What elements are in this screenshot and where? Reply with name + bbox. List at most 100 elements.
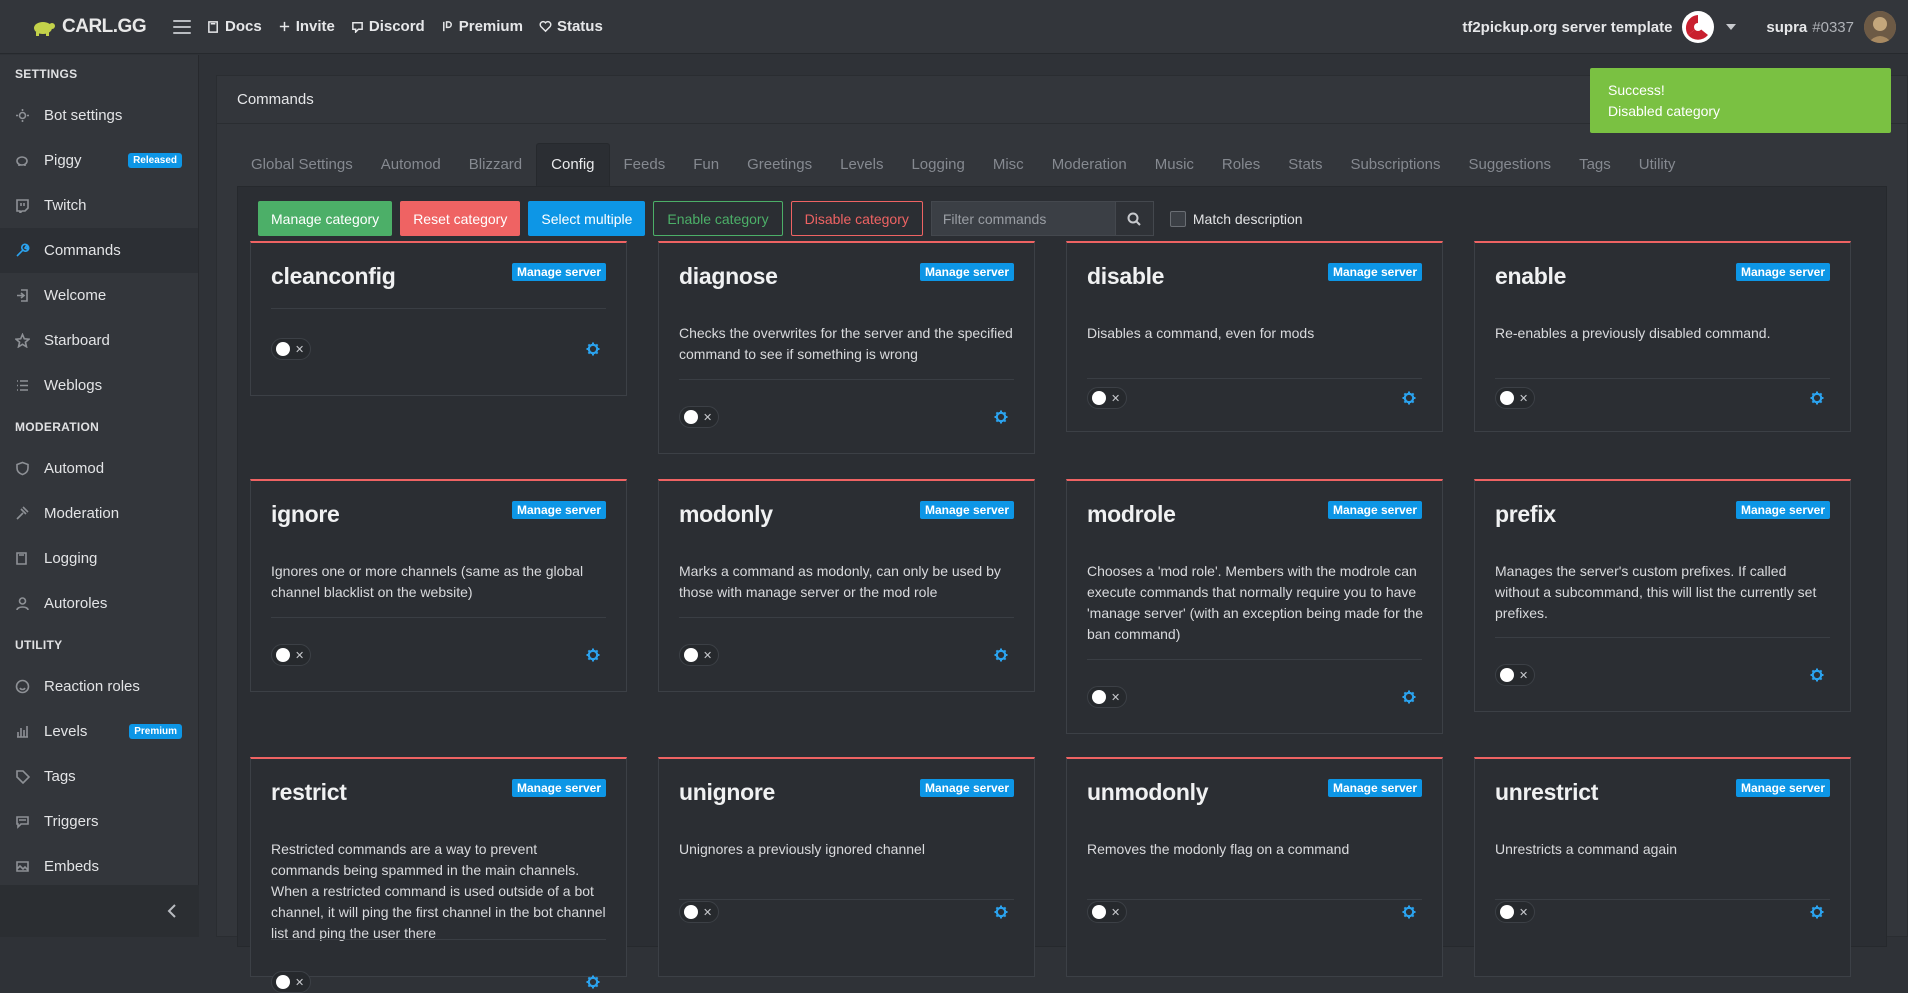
gear-icon[interactable] (1810, 391, 1824, 405)
topnav-status[interactable]: Status (539, 18, 603, 35)
command-toggle[interactable]: ✕ (1087, 387, 1127, 409)
command-toggle[interactable]: ✕ (679, 644, 719, 666)
command-toggle[interactable]: ✕ (679, 901, 719, 923)
sidebar-item-twitch[interactable]: Twitch (0, 183, 198, 228)
tab-automod[interactable]: Automod (367, 143, 455, 186)
sidebar-collapse-button[interactable] (0, 885, 199, 937)
tab-suggestions[interactable]: Suggestions (1455, 143, 1566, 186)
gear-icon[interactable] (1402, 905, 1416, 919)
sidebar-item-tags[interactable]: Tags (0, 754, 198, 799)
disable-category-button[interactable]: Disable category (790, 201, 923, 236)
tab-music[interactable]: Music (1141, 143, 1208, 186)
tab-utility[interactable]: Utility (1625, 143, 1690, 186)
tab-levels[interactable]: Levels (826, 143, 897, 186)
chevron-left-icon (167, 904, 176, 918)
server-icon[interactable] (1682, 11, 1715, 43)
server-name[interactable]: tf2pickup.org server template (1462, 19, 1672, 36)
gear-icon[interactable] (994, 905, 1008, 919)
tab-config[interactable]: Config (536, 143, 610, 186)
sidebar-item-embeds[interactable]: Embeds (0, 844, 198, 889)
topnav-docs[interactable]: Docs (207, 18, 262, 35)
gear-icon[interactable] (1402, 690, 1416, 704)
sidebar-item-label: Levels (44, 723, 88, 740)
command-name: prefix (1495, 501, 1556, 527)
permission-badge: Manage server (1327, 263, 1422, 281)
sidebar-item-automod[interactable]: Automod (0, 446, 198, 491)
menu-toggle-icon[interactable] (173, 19, 191, 34)
sidebar-item-reaction-roles[interactable]: Reaction roles (0, 664, 198, 709)
sidebar-item-commands[interactable]: Commands (0, 228, 198, 273)
match-description-toggle[interactable]: Match description (1169, 210, 1303, 227)
filter-commands-input[interactable] (930, 201, 1116, 236)
tab-global-settings[interactable]: Global Settings (237, 143, 367, 186)
command-toggle[interactable]: ✕ (1087, 686, 1127, 708)
topnav-invite[interactable]: Invite (278, 18, 335, 35)
user-name[interactable]: supra (1766, 19, 1807, 36)
sidebar-badge: Premium (129, 724, 182, 739)
command-toggle[interactable]: ✕ (1087, 901, 1127, 923)
sidebar-item-autoroles[interactable]: Autoroles (0, 581, 198, 626)
gear-icon[interactable] (994, 410, 1008, 424)
category-tabs: Global Settings Automod Blizzard Config Feed… (237, 143, 1887, 187)
tab-roles[interactable]: Roles (1208, 143, 1274, 186)
command-description: Ignores one or more channels (same as th… (271, 563, 584, 600)
search-button[interactable] (1115, 201, 1154, 236)
tab-moderation[interactable]: Moderation (1038, 143, 1141, 186)
sidebar-item-bot-settings[interactable]: Bot settings (0, 93, 198, 138)
tab-fun[interactable]: Fun (679, 143, 733, 186)
sidebar-item-piggy[interactable]: Piggy Released (0, 138, 198, 183)
sidebar-item-label: Twitch (44, 197, 87, 214)
tab-tags[interactable]: Tags (1565, 143, 1625, 186)
sidebar-badge: Released (128, 153, 182, 168)
tab-greetings[interactable]: Greetings (733, 143, 826, 186)
tab-logging[interactable]: Logging (897, 143, 978, 186)
command-toggle[interactable]: ✕ (679, 406, 719, 428)
gear-icon[interactable] (586, 342, 600, 356)
tab-blizzard[interactable]: Blizzard (455, 143, 536, 186)
sidebar-item-starboard[interactable]: Starboard (0, 318, 198, 363)
select-multiple-button[interactable]: Select multiple (528, 201, 646, 236)
topnav-premium[interactable]: Premium (441, 18, 523, 35)
heart-icon (539, 20, 552, 33)
command-card-unignore: unignore Manage server Unignores a previou… (658, 757, 1035, 977)
command-toggle[interactable]: ✕ (1495, 664, 1535, 686)
gear-icon[interactable] (994, 648, 1008, 662)
topnav-discord[interactable]: Discord (351, 18, 425, 35)
command-description: Unrestricts a command again (1495, 841, 1678, 857)
sidebar-item-levels[interactable]: Levels Premium (0, 709, 198, 754)
enable-category-button[interactable]: Enable category (653, 201, 783, 236)
gear-icon[interactable] (586, 648, 600, 662)
command-toggle[interactable]: ✕ (271, 338, 311, 360)
sidebar-item-moderation[interactable]: Moderation (0, 491, 198, 536)
tab-subscriptions[interactable]: Subscriptions (1336, 143, 1454, 186)
divider (271, 939, 606, 940)
permission-badge: Manage server (919, 501, 1014, 519)
match-description-checkbox[interactable] (1169, 210, 1186, 227)
server-dropdown-icon[interactable] (1726, 24, 1737, 30)
tab-misc[interactable]: Misc (979, 143, 1038, 186)
sidebar-item-welcome[interactable]: Welcome (0, 273, 198, 318)
tab-stats[interactable]: Stats (1274, 143, 1336, 186)
twitch-icon (16, 199, 29, 213)
command-toggle[interactable]: ✕ (271, 971, 311, 993)
gear-icon[interactable] (1402, 391, 1416, 405)
gear-icon[interactable] (586, 975, 600, 989)
command-toggle[interactable]: ✕ (271, 644, 311, 666)
patreon-icon (442, 21, 452, 32)
command-description: Marks a command as modonly, can only be … (679, 563, 1001, 600)
gear-icon[interactable] (1810, 668, 1824, 682)
reset-category-button[interactable]: Reset category (400, 201, 521, 236)
command-toggle[interactable]: ✕ (1495, 901, 1535, 923)
image-icon (16, 861, 29, 872)
gear-icon[interactable] (1810, 905, 1824, 919)
tab-feeds[interactable]: Feeds (610, 143, 680, 186)
manage-category-button[interactable]: Manage category (258, 201, 393, 236)
logo[interactable]: CARL.GG (30, 16, 155, 38)
command-toggle[interactable]: ✕ (1495, 387, 1535, 409)
sidebar-item-triggers[interactable]: Triggers (0, 799, 198, 844)
sidebar-item-logging[interactable]: Logging (0, 536, 198, 581)
sidebar-item-weblogs[interactable]: Weblogs (0, 363, 198, 408)
command-card-unmodonly: unmodonly Manage server Removes the modonl… (1066, 757, 1443, 977)
user-avatar[interactable] (1864, 11, 1896, 43)
success-toast[interactable]: Success! Disabled category (1590, 68, 1891, 133)
